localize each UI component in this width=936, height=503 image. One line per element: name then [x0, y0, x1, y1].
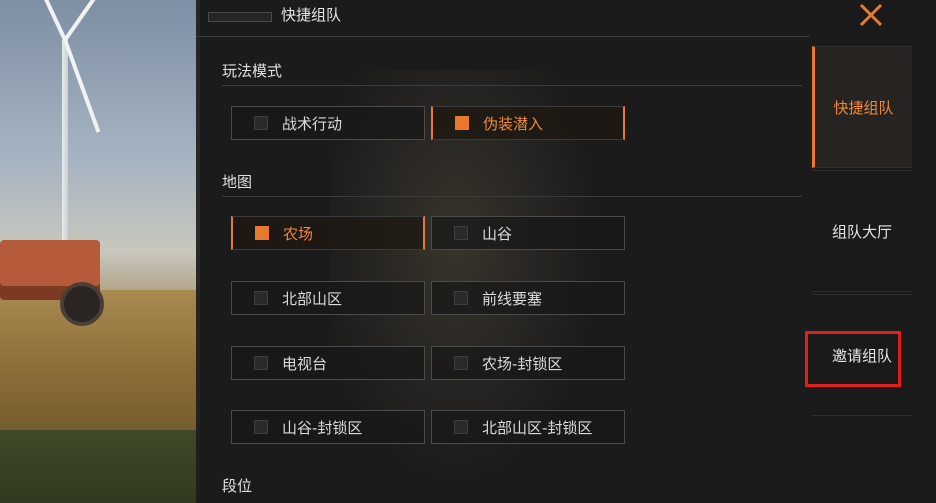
checkbox[interactable] — [454, 420, 468, 434]
option-map-farm[interactable]: 农场 — [231, 216, 425, 250]
section-label-map: 地图 — [222, 173, 253, 191]
checkbox[interactable] — [454, 291, 468, 305]
divider — [222, 85, 802, 86]
tab-label: 快捷组队 — [833, 98, 894, 117]
option-map-valley[interactable]: 山谷 — [431, 216, 625, 250]
option-map-frontline-fortress[interactable]: 前线要塞 — [431, 281, 625, 315]
checkbox[interactable] — [254, 116, 268, 130]
tab-quick-team[interactable]: 快捷组队 — [812, 46, 912, 168]
checkbox[interactable] — [254, 420, 268, 434]
option-map-farm-lockdown[interactable]: 农场-封锁区 — [431, 346, 625, 380]
option-label: 战术行动 — [282, 114, 343, 133]
option-map-valley-lockdown[interactable]: 山谷-封锁区 — [231, 410, 425, 444]
option-label: 山谷 — [482, 224, 513, 243]
tractor-wheel — [60, 282, 104, 326]
checkbox[interactable] — [254, 356, 268, 370]
option-label: 山谷-封锁区 — [282, 418, 363, 437]
option-disguise-infiltration[interactable]: 伪装潜入 — [431, 106, 625, 140]
option-map-tv-station[interactable]: 电视台 — [231, 346, 425, 380]
section-label-rank: 段位 — [222, 477, 253, 495]
checkbox[interactable] — [454, 226, 468, 240]
checkbox[interactable] — [254, 291, 268, 305]
close-button[interactable] — [852, 0, 890, 30]
divider — [222, 196, 802, 197]
checkbox[interactable] — [455, 116, 469, 130]
wind-turbine — [62, 40, 68, 260]
header-indicator — [208, 12, 272, 22]
option-label: 农场-封锁区 — [482, 354, 563, 373]
tab-label: 组队大厅 — [831, 222, 892, 241]
section-label-mode: 玩法模式 — [222, 62, 283, 80]
page-title: 快捷组队 — [281, 6, 342, 24]
option-tactical-operation[interactable]: 战术行动 — [231, 106, 425, 140]
option-label: 北部山区-封锁区 — [482, 418, 593, 437]
option-label: 电视台 — [282, 354, 328, 373]
highlight-box — [805, 331, 901, 387]
option-map-northern-mountains-lockdown[interactable]: 北部山区-封锁区 — [431, 410, 625, 444]
option-label: 北部山区 — [282, 289, 343, 308]
close-icon — [859, 3, 883, 27]
tab-team-lobby[interactable]: 组队大厅 — [812, 170, 912, 292]
background-grass — [0, 430, 200, 503]
checkbox[interactable] — [255, 226, 269, 240]
option-label: 伪装潜入 — [483, 114, 544, 133]
checkbox[interactable] — [454, 356, 468, 370]
option-label: 前线要塞 — [482, 289, 543, 308]
option-label: 农场 — [283, 224, 314, 243]
option-map-northern-mountains[interactable]: 北部山区 — [231, 281, 425, 315]
